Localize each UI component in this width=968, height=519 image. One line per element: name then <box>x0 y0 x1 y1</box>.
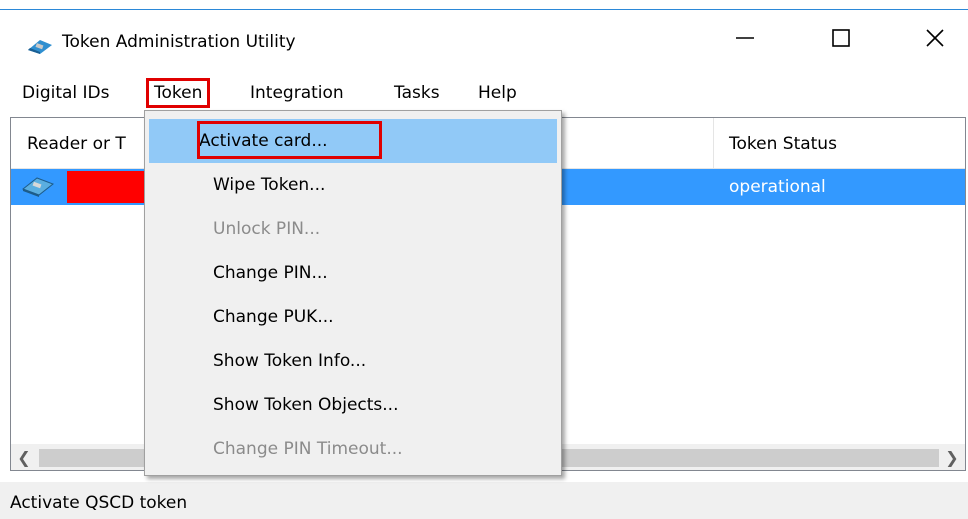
maximize-button[interactable] <box>814 16 868 60</box>
title-bar[interactable]: Token Administration Utility <box>0 10 968 72</box>
menu-item-change-pin[interactable]: Change PIN... <box>145 251 561 295</box>
scroll-left-icon[interactable]: ❮ <box>11 445 37 470</box>
menu-item-label: Wipe Token... <box>213 175 326 195</box>
menu-item-show-token-objects[interactable]: Show Token Objects... <box>145 383 561 427</box>
window-top-border <box>0 0 968 10</box>
menu-item-wipe-token[interactable]: Wipe Token... <box>145 163 561 207</box>
scroll-right-icon[interactable]: ❯ <box>939 445 965 470</box>
menu-item-show-token-info[interactable]: Show Token Info... <box>145 339 561 383</box>
minimize-button[interactable] <box>718 16 772 60</box>
menu-item-change-puk[interactable]: Change PUK... <box>145 295 561 339</box>
close-icon <box>925 28 945 48</box>
menu-item-label: Show Token Objects... <box>213 395 399 415</box>
column-header-reader[interactable]: Reader or T <box>27 130 126 158</box>
menu-item-label: Show Token Info... <box>213 351 367 371</box>
menu-item-label: Change PUK... <box>213 307 334 327</box>
menu-token[interactable]: Token <box>146 78 211 108</box>
token-menu-dropdown: Activate card... Wipe Token... Unlock PI… <box>144 110 562 476</box>
card-reader-icon <box>21 175 55 202</box>
maximize-icon <box>831 28 851 48</box>
highlight-box <box>197 121 382 159</box>
menu-integration[interactable]: Integration <box>244 78 350 108</box>
menu-item-unlock-pin: Unlock PIN... <box>145 207 561 251</box>
minimize-icon <box>735 28 755 48</box>
close-button[interactable] <box>908 16 962 60</box>
menu-help[interactable]: Help <box>472 78 523 108</box>
column-header-token-status[interactable]: Token Status <box>729 130 837 158</box>
menu-tasks[interactable]: Tasks <box>388 78 446 108</box>
status-text: Activate QSCD token <box>10 493 188 513</box>
column-separator[interactable] <box>713 118 714 168</box>
menu-item-label: Change PIN... <box>213 263 328 283</box>
menu-item-label: Change PIN Timeout... <box>213 439 403 459</box>
menu-digital-ids[interactable]: Digital IDs <box>16 78 116 108</box>
token-app-icon <box>26 37 54 60</box>
window-title: Token Administration Utility <box>62 32 296 52</box>
menu-item-change-pin-timeout: Change PIN Timeout... <box>145 427 561 471</box>
menu-bar: Digital IDs Token Integration Tasks Help <box>0 72 968 114</box>
status-bar: Activate QSCD token <box>0 482 968 519</box>
token-status-cell: operational <box>729 177 826 197</box>
menu-item-label: Unlock PIN... <box>213 219 321 239</box>
